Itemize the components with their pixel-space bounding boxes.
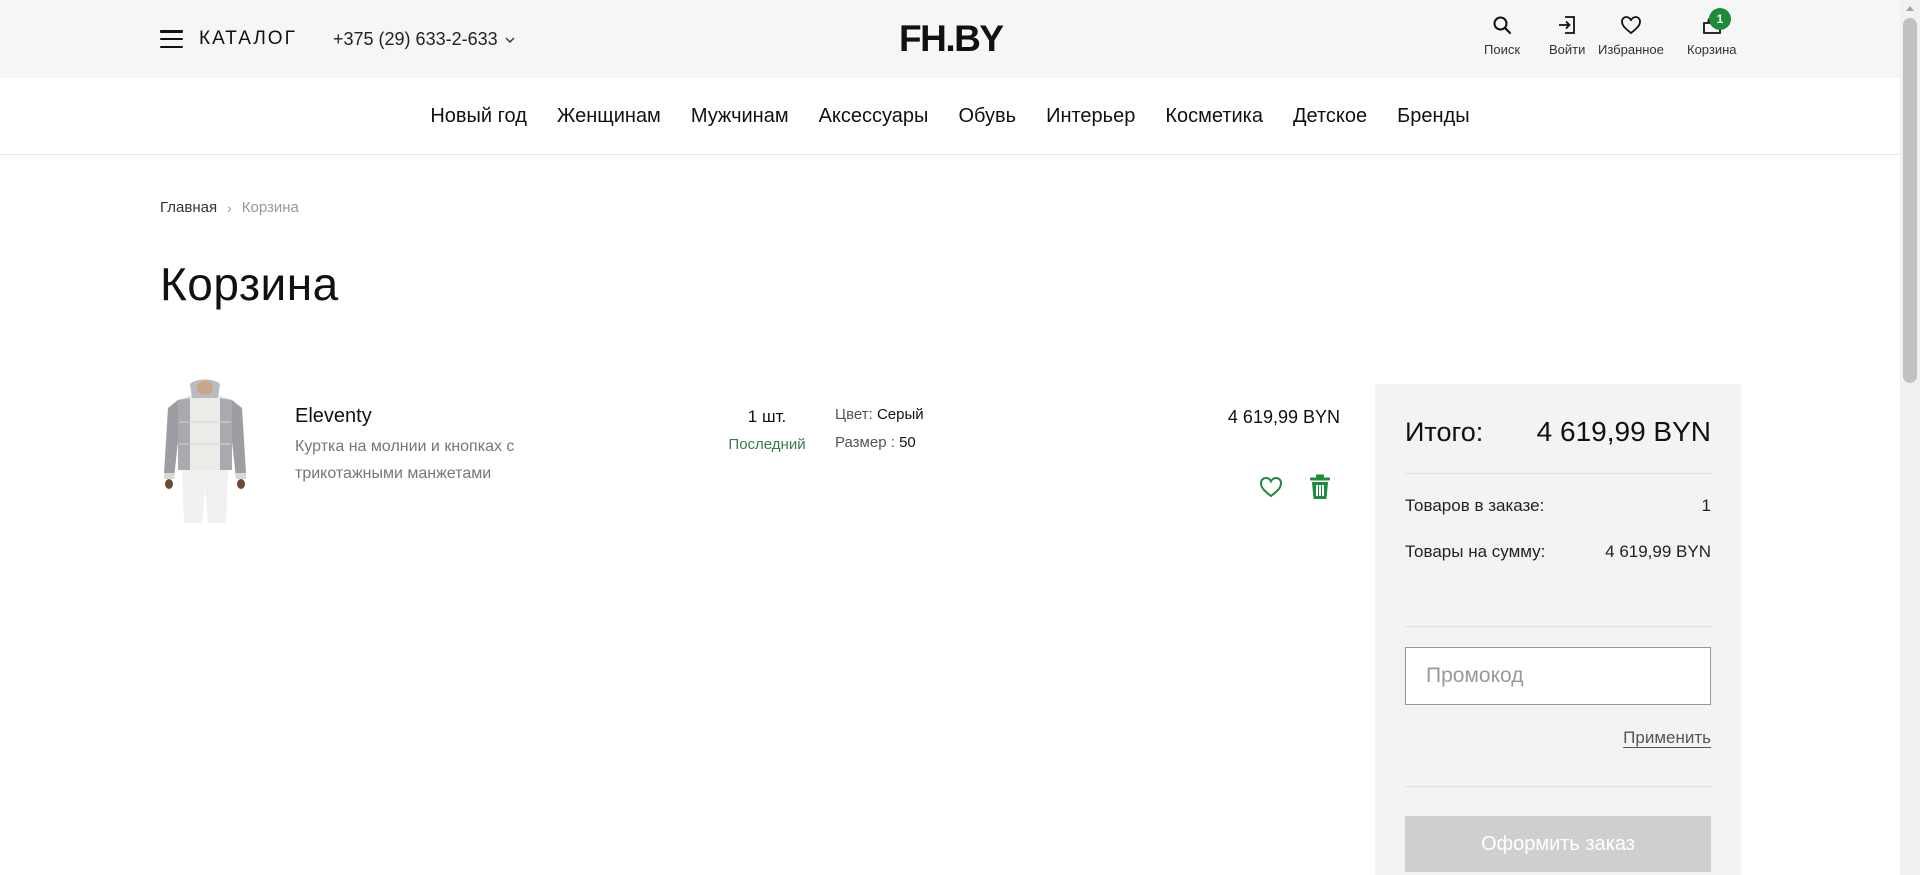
items-count-label: Товаров в заказе: [1405, 496, 1545, 515]
nav-item-shoes[interactable]: Обувь [958, 105, 1016, 128]
total-label: Итого: [1405, 417, 1484, 447]
item-quantity: 1 шт. [747, 407, 787, 426]
nav-item-kids[interactable]: Детское [1293, 105, 1367, 128]
scrollbar-thumb[interactable] [1903, 18, 1917, 383]
page-title: Корзина [160, 258, 339, 310]
breadcrumb-home-link[interactable]: Главная [160, 199, 217, 216]
favorites-button[interactable]: Избранное [1598, 14, 1664, 57]
order-summary: Итого: 4 619,99 BYN Товаров в заказе: 1 … [1375, 384, 1741, 875]
product-image[interactable] [160, 378, 250, 523]
catalog-button[interactable]: КАТАЛОГ [160, 28, 297, 50]
nav-item-women[interactable]: Женщинам [557, 105, 661, 128]
login-label: Войти [1549, 42, 1586, 57]
heart-icon [1621, 16, 1641, 35]
cart-button[interactable]: 1 Корзина [1687, 8, 1737, 57]
color-value: Серый [876, 406, 924, 423]
site-logo[interactable]: FH.BY [899, 18, 1004, 60]
catalog-label: КАТАЛОГ [199, 28, 297, 49]
items-count-row: Товаров в заказе: 1 [1405, 496, 1711, 516]
cart-item: Eleventy Куртка на молнии и кнопках с тр… [160, 378, 1340, 528]
search-label: Поиск [1484, 42, 1521, 57]
checkout-button[interactable]: Оформить заказ [1405, 816, 1711, 872]
item-color: Цвет: Серый [835, 406, 924, 423]
nav-item-new-year[interactable]: Новый год [430, 105, 527, 128]
divider [1405, 786, 1711, 787]
product-brand-link[interactable]: Eleventy [295, 405, 372, 428]
goods-sum-label: Товары на сумму: [1405, 542, 1546, 561]
product-description: Куртка на молнии и кнопках с трикотажным… [295, 438, 515, 482]
chevron-down-icon [505, 37, 515, 43]
page-scrollbar[interactable] [1900, 0, 1920, 875]
apply-promo-link[interactable]: Применить [1623, 728, 1711, 748]
login-button[interactable]: Войти [1549, 14, 1585, 57]
nav-item-cosmetics[interactable]: Косметика [1165, 105, 1263, 128]
header-icons: Поиск Войти Избранное 1 Корзина [1470, 8, 1750, 64]
search-button[interactable]: Поиск [1484, 14, 1520, 57]
item-price: 4 619,99 BYN [1227, 407, 1340, 427]
phone-dropdown[interactable]: +375 (29) 633-2-633 [333, 29, 516, 50]
item-size: Размер : 50 [835, 434, 916, 451]
top-header: КАТАЛОГ +375 (29) 633-2-633 FH.BY Поиск … [0, 0, 1900, 78]
goods-sum-row: Товары на сумму: 4 619,99 BYN [1405, 542, 1711, 562]
main-navigation: Новый год Женщинам Мужчинам Аксессуары О… [0, 78, 1900, 155]
goods-sum-value: 4 619,99 BYN [1605, 542, 1711, 561]
phone-number: +375 (29) 633-2-633 [333, 29, 498, 49]
size-label: Размер : [835, 434, 895, 451]
size-value: 50 [899, 434, 916, 451]
heart-icon[interactable] [1258, 474, 1284, 500]
promo-code-input[interactable] [1405, 647, 1711, 705]
hamburger-icon [160, 30, 183, 48]
cart-count-badge: 1 [1709, 8, 1731, 30]
breadcrumb-current: Корзина [241, 199, 299, 216]
divider [1405, 473, 1711, 474]
stock-note: Последний [728, 436, 806, 453]
nav-item-brands[interactable]: Бренды [1397, 105, 1469, 128]
login-icon [1559, 16, 1576, 34]
chevron-right-icon: › [227, 199, 232, 216]
favorites-label: Избранное [1598, 42, 1664, 57]
breadcrumb: Главная › Корзина [160, 199, 299, 216]
search-icon [1493, 16, 1512, 35]
total-row: Итого: 4 619,99 BYN [1405, 416, 1711, 448]
color-label: Цвет: [835, 406, 873, 423]
nav-item-interior[interactable]: Интерьер [1046, 105, 1135, 128]
nav-item-accessories[interactable]: Аксессуары [819, 105, 929, 128]
divider [1405, 626, 1711, 627]
nav-item-men[interactable]: Мужчинам [691, 105, 789, 128]
total-value: 4 619,99 BYN [1536, 416, 1711, 447]
scroll-up-arrow-icon[interactable] [1906, 6, 1914, 11]
items-count-value: 1 [1701, 496, 1711, 515]
trash-icon[interactable] [1307, 473, 1333, 501]
cart-label: Корзина [1687, 42, 1737, 57]
